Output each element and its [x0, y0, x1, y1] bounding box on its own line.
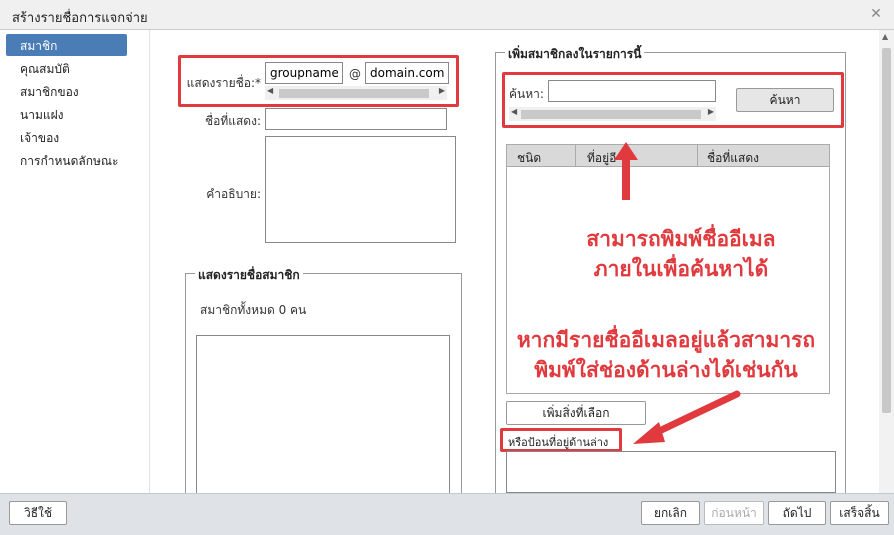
sidebar: สมาชิก คุณสมบัติ สมาชิกของ นามแฝง เจ้าขอ… — [0, 30, 150, 493]
footer-bar: วิธีใช้ ยกเลิก ก่อนหน้า ถัดไป เสร็จสิ้น — [0, 493, 894, 535]
scroll-up-icon[interactable]: ▲ — [882, 32, 888, 41]
annotation-search-note: สามารถพิมพ์ชื่ออีเมล ภายในเพื่อค้นหาได้ — [531, 224, 831, 284]
column-header-address[interactable]: ที่อยู่อี — [587, 149, 616, 168]
diagonal-arrow-annotation — [629, 390, 741, 448]
sidebar-item-members[interactable]: สมาชิก — [6, 34, 127, 56]
search-hscroll[interactable]: ◀ ▶ — [509, 107, 716, 121]
scroll-right-icon[interactable]: ▶ — [708, 107, 714, 116]
sidebar-item-member-of[interactable]: สมาชิกของ — [6, 80, 127, 102]
enter-addresses-textarea[interactable] — [506, 451, 836, 493]
add-members-legend: เพิ่มสมาชิกลงในรายการนี้ — [505, 45, 645, 64]
display-name-label: ชื่อที่แสดง: — [204, 114, 261, 128]
sidebar-item-properties[interactable]: คุณสมบัติ — [6, 57, 127, 79]
main-panel: แสดงรายชื่อ:* @ ◀ ▶ ชื่อที่แสดง: คำอธิบา… — [151, 30, 879, 503]
display-list-label: แสดงรายชื่อ:* — [186, 76, 261, 90]
search-input[interactable] — [548, 80, 716, 102]
finish-button[interactable]: เสร็จสิ้น — [830, 501, 889, 525]
address-hscroll-thumb[interactable] — [279, 89, 429, 98]
annotation-line: พิมพ์ใส่ช่องด้านล่างได้เช่นกัน — [534, 358, 798, 382]
description-label: คำอธิบาย: — [206, 187, 261, 201]
scroll-right-icon[interactable]: ▶ — [439, 86, 445, 95]
add-selected-button[interactable]: เพิ่มสิ่งที่เลือก — [506, 401, 646, 425]
back-button[interactable]: ก่อนหน้า — [704, 501, 764, 525]
column-divider — [697, 145, 698, 167]
domain-input[interactable] — [365, 62, 449, 84]
members-legend: แสดงรายชื่อสมาชิก — [195, 266, 303, 285]
at-sign: @ — [349, 67, 361, 81]
close-icon[interactable]: ✕ — [868, 6, 884, 22]
vertical-scroll-thumb[interactable] — [882, 48, 891, 413]
or-enter-label: หรือป้อนที่อยู่ด้านล่าง — [508, 436, 609, 449]
vertical-scrollbar[interactable]: ▲ — [879, 30, 894, 493]
results-table-header: ชนิด ที่อยู่อี ชื่อที่แสดง — [507, 145, 829, 167]
search-hscroll-thumb[interactable] — [521, 110, 701, 119]
column-divider — [575, 145, 576, 167]
help-button[interactable]: วิธีใช้ — [9, 501, 67, 525]
address-hscroll[interactable]: ◀ ▶ — [265, 86, 447, 100]
members-list[interactable] — [196, 335, 450, 495]
annotation-line: หากมีรายชื่ออีเมลอยู่แล้วสามารถ — [516, 328, 816, 352]
member-count-text: สมาชิกทั้งหมด 0 คน — [200, 303, 307, 317]
up-arrow-annotation — [614, 142, 638, 200]
annotation-line: ภายในเพื่อค้นหาได้ — [593, 257, 769, 281]
sidebar-item-owners[interactable]: เจ้าของ — [6, 126, 127, 148]
search-label: ค้นหา: — [509, 87, 544, 101]
window-titlebar: สร้างรายชื่อการแจกจ่าย ✕ — [0, 0, 894, 30]
search-button[interactable]: ค้นหา — [736, 88, 834, 112]
scroll-left-icon[interactable]: ◀ — [511, 107, 517, 116]
next-button[interactable]: ถัดไป — [768, 501, 826, 525]
description-textarea[interactable] — [265, 136, 456, 243]
annotation-enter-note: หากมีรายชื่ออีเมลอยู่แล้วสามารถ พิมพ์ใส่… — [491, 325, 841, 385]
scroll-left-icon[interactable]: ◀ — [267, 86, 273, 95]
cancel-button[interactable]: ยกเลิก — [641, 501, 700, 525]
sidebar-item-preferences[interactable]: การกำหนดลักษณะ — [6, 149, 146, 171]
column-header-type[interactable]: ชนิด — [517, 149, 541, 168]
window-title: สร้างรายชื่อการแจกจ่าย — [12, 11, 148, 26]
username-input[interactable] — [265, 62, 343, 84]
display-name-input[interactable] — [265, 108, 447, 130]
sidebar-item-aliases[interactable]: นามแฝง — [6, 103, 127, 125]
column-header-display-name[interactable]: ชื่อที่แสดง — [707, 149, 759, 168]
annotation-line: สามารถพิมพ์ชื่ออีเมล — [586, 227, 776, 251]
